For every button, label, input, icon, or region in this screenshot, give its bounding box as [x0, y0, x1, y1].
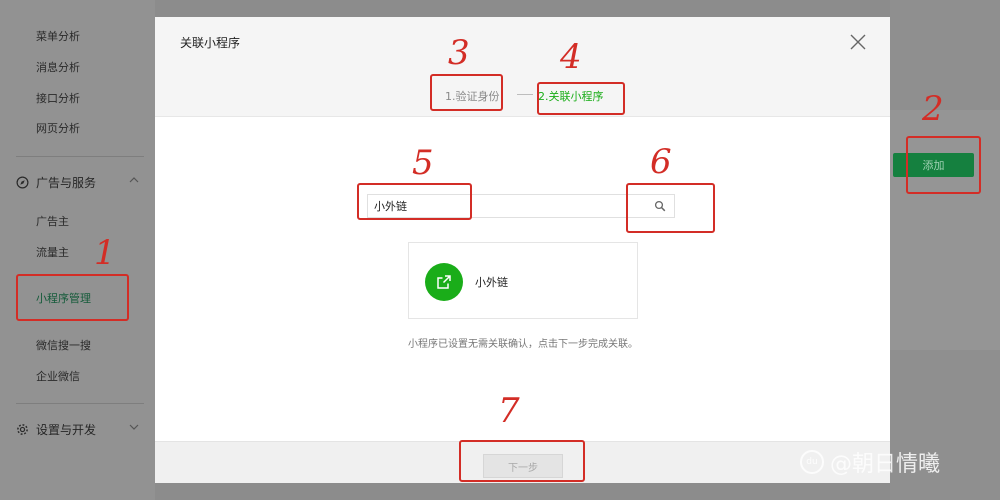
- close-icon[interactable]: [849, 33, 867, 51]
- compass-icon: [16, 176, 29, 189]
- annotation-box-6: [626, 183, 715, 233]
- annotation-number-2: 2: [922, 89, 944, 129]
- annotation-box-3: [430, 74, 503, 111]
- sidebar-item-wechat-search[interactable]: 微信搜一搜: [36, 337, 91, 353]
- sidebar-item-api-analysis[interactable]: 接口分析: [36, 90, 80, 106]
- annotation-number-6: 6: [650, 142, 672, 182]
- chevron-up-icon: [129, 177, 139, 183]
- sidebar-divider: [16, 156, 144, 157]
- annotation-box-5: [357, 183, 472, 220]
- annotation-number-1: 1: [94, 233, 116, 273]
- sidebar-item-message-analysis[interactable]: 消息分析: [36, 59, 80, 75]
- sidebar-section-settings-label: 设置与开发: [36, 423, 97, 437]
- annotation-box-4: [537, 82, 625, 115]
- annotation-number-4: 4: [560, 37, 582, 77]
- dialog-title: 关联小程序: [180, 36, 241, 50]
- annotation-box-1: [16, 274, 129, 321]
- step-connector: [517, 94, 533, 95]
- sidebar-section-settings[interactable]: 设置与开发: [16, 421, 139, 438]
- external-link-icon: [437, 275, 451, 289]
- miniprogram-result-card[interactable]: 小外链: [408, 242, 638, 319]
- gear-icon: [17, 424, 28, 435]
- annotation-number-3: 3: [448, 33, 470, 73]
- chevron-down-icon: [129, 424, 139, 430]
- watermark-logo-icon: du: [800, 450, 824, 474]
- sidebar-item-wecom[interactable]: 企业微信: [36, 368, 80, 384]
- annotation-number-7: 7: [498, 391, 520, 431]
- link-miniprogram-dialog: 关联小程序 1.验证身份 2.关联小程序 小外链 小程序已设置无需关联确认，点击…: [155, 17, 890, 483]
- sidebar: 菜单分析 消息分析 接口分析 网页分析 广告与服务 广告主 流量主 小程序管理 …: [0, 0, 155, 500]
- annotation-number-5: 5: [412, 143, 434, 183]
- sidebar-item-webpage-analysis[interactable]: 网页分析: [36, 120, 80, 136]
- annotation-box-2: [906, 136, 981, 194]
- hint-text: 小程序已设置无需关联确认，点击下一步完成关联。: [408, 339, 638, 350]
- sidebar-section-ads[interactable]: 广告与服务: [16, 174, 139, 191]
- sidebar-item-advertiser[interactable]: 广告主: [36, 213, 69, 229]
- sidebar-item-traffic-owner[interactable]: 流量主: [36, 244, 69, 260]
- sidebar-divider: [16, 403, 144, 404]
- dialog-header: 关联小程序 1.验证身份 2.关联小程序: [155, 17, 890, 117]
- annotation-box-7: [459, 440, 585, 482]
- watermark-text: @朝日情曦: [830, 452, 941, 477]
- watermark: du @朝日情曦: [800, 446, 940, 478]
- sidebar-item-menu-analysis[interactable]: 菜单分析: [36, 28, 80, 44]
- sidebar-section-ads-label: 广告与服务: [36, 176, 97, 190]
- miniprogram-name: 小外链: [475, 276, 508, 289]
- miniprogram-logo: [425, 263, 463, 301]
